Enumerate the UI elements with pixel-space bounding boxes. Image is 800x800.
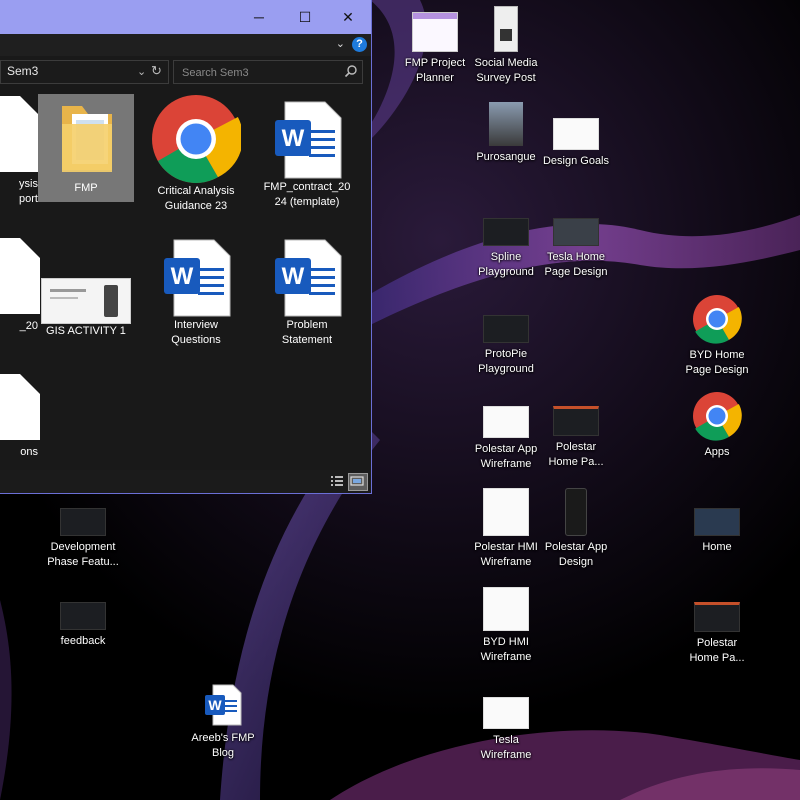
- svg-text:W: W: [282, 263, 305, 290]
- dark-thumb-icon: [553, 406, 599, 436]
- folder-icon: [62, 106, 112, 172]
- sketch-thumb-icon: [553, 118, 599, 150]
- file-gis-activity-1[interactable]: GIS ACTIVITY 1: [38, 238, 134, 348]
- dark-thumb-icon: [694, 602, 740, 632]
- desktop-icon-polestar-hmi-wireframe[interactable]: Polestar HMI Wireframe: [469, 488, 543, 570]
- wireframe-thumb-icon: [483, 488, 529, 536]
- word-icon: W: [205, 684, 242, 726]
- close-button[interactable]: ✕: [325, 0, 371, 34]
- file-fmp-contract-template[interactable]: W FMP_contract_20 24 (template): [259, 100, 355, 220]
- chrome-icon: [152, 95, 241, 183]
- help-button[interactable]: ?: [352, 37, 367, 52]
- desktop-icon-areebs-fmp-blog[interactable]: W Areeb's FMP Blog: [186, 683, 260, 761]
- map-thumb-icon: [553, 218, 599, 246]
- map-thumb-icon: [694, 508, 740, 536]
- svg-text:W: W: [171, 263, 194, 290]
- word-icon: W: [275, 239, 342, 317]
- file-critical-analysis-guidance[interactable]: Critical Analysis Guidance 23: [148, 94, 244, 214]
- document-icon: [0, 238, 40, 314]
- desktop-icon-byd-home-page-design[interactable]: BYD Home Page Design: [680, 294, 754, 378]
- photo-thumb-icon: [489, 102, 523, 146]
- search-icon[interactable]: [344, 64, 358, 78]
- word-icon: W: [275, 101, 342, 179]
- refresh-icon[interactable]: ↻: [151, 63, 162, 79]
- file-explorer-window[interactable]: ─ ☐ ✕ ⌄ ? Sem3 ⌄ ↻ ysis port: [0, 0, 372, 494]
- dark-thumb-icon: [60, 602, 106, 630]
- desktop-icon-apps[interactable]: Apps: [680, 391, 754, 460]
- desktop-icon-feedback[interactable]: feedback: [46, 602, 120, 649]
- wireframe-thumb-icon: [483, 697, 529, 729]
- window-title-bar[interactable]: ─ ☐ ✕: [0, 0, 371, 34]
- maximize-button[interactable]: ☐: [282, 0, 328, 34]
- file-item-analysis-report[interactable]: ysis port: [0, 96, 40, 206]
- file-list: ysis port FMP Critical Analysis Guidance…: [0, 88, 371, 470]
- desktop-icon-purosangue[interactable]: Purosangue: [469, 102, 543, 165]
- chevron-down-icon[interactable]: ⌄: [137, 65, 146, 78]
- expand-ribbon-chevron-icon[interactable]: ⌄: [336, 37, 345, 50]
- planner-doc-thumb-icon: [412, 12, 458, 52]
- desktop-icon-polestar-app-wireframe[interactable]: Polestar App Wireframe: [469, 406, 543, 472]
- address-bar[interactable]: Sem3 ⌄ ↻: [0, 60, 169, 84]
- folder-fmp[interactable]: FMP: [38, 94, 134, 202]
- large-icons-view-icon: [350, 476, 364, 486]
- desktop-icon-tesla-home-page-design[interactable]: Tesla Home Page Design: [539, 218, 613, 280]
- ribbon-bar: ⌄ ?: [0, 34, 371, 56]
- large-icons-view-button[interactable]: [348, 473, 368, 491]
- address-path: Sem3: [7, 64, 39, 78]
- details-view-button[interactable]: [328, 473, 346, 489]
- phone-thumb-icon: [494, 6, 518, 52]
- dark-thumb-icon: [483, 315, 529, 343]
- desktop-icon-tesla-wireframe[interactable]: Tesla Wireframe: [469, 697, 543, 763]
- desktop-icon-social-media-survey-post[interactable]: Social Media Survey Post: [469, 6, 543, 86]
- desktop-icon-polestar-app-design[interactable]: Polestar App Design: [539, 488, 613, 570]
- desktop-icon-byd-hmi-wireframe[interactable]: BYD HMI Wireframe: [469, 587, 543, 665]
- desktop-icon-protopie-playground[interactable]: ProtoPie Playground: [469, 315, 543, 377]
- desktop-icon-home[interactable]: Home: [680, 508, 754, 555]
- wireframe-thumb-icon: [483, 587, 529, 631]
- desktop-icon-design-goals[interactable]: Design Goals: [539, 118, 613, 169]
- chrome-icon: [693, 295, 742, 344]
- desktop-icon-polestar-home-page-2[interactable]: Polestar Home Pa...: [680, 602, 754, 666]
- file-item-partial-ons[interactable]: ons: [0, 374, 40, 464]
- file-interview-questions[interactable]: W Interview Questions: [148, 238, 244, 358]
- desktop-icon-spline-playground[interactable]: Spline Playground: [469, 218, 543, 280]
- details-view-icon: [331, 476, 343, 486]
- status-bar: [0, 470, 371, 493]
- desktop-icon-fmp-project-planner[interactable]: FMP Project Planner: [398, 12, 472, 86]
- wireframe-thumb-icon: [483, 406, 529, 438]
- chrome-icon: [693, 392, 742, 441]
- svg-text:W: W: [282, 125, 305, 152]
- dark-thumb-icon: [483, 218, 529, 246]
- gis-thumbnail-icon: [41, 278, 131, 324]
- file-item-partial-20[interactable]: _20: [0, 238, 40, 348]
- svg-text:W: W: [208, 697, 222, 713]
- dark-thumb-icon: [60, 508, 106, 536]
- document-icon: [0, 96, 40, 172]
- desktop-icon-development-phase[interactable]: Development Phase Featu...: [46, 508, 120, 570]
- document-icon: [0, 374, 40, 440]
- search-input[interactable]: [180, 64, 344, 82]
- file-problem-statement[interactable]: W Problem Statement: [259, 238, 355, 358]
- word-icon: W: [164, 239, 231, 317]
- phone-dark-thumb-icon: [565, 488, 587, 536]
- search-box[interactable]: [173, 60, 363, 84]
- desktop-icon-polestar-home-page[interactable]: Polestar Home Pa...: [539, 406, 613, 470]
- minimize-button[interactable]: ─: [236, 0, 282, 34]
